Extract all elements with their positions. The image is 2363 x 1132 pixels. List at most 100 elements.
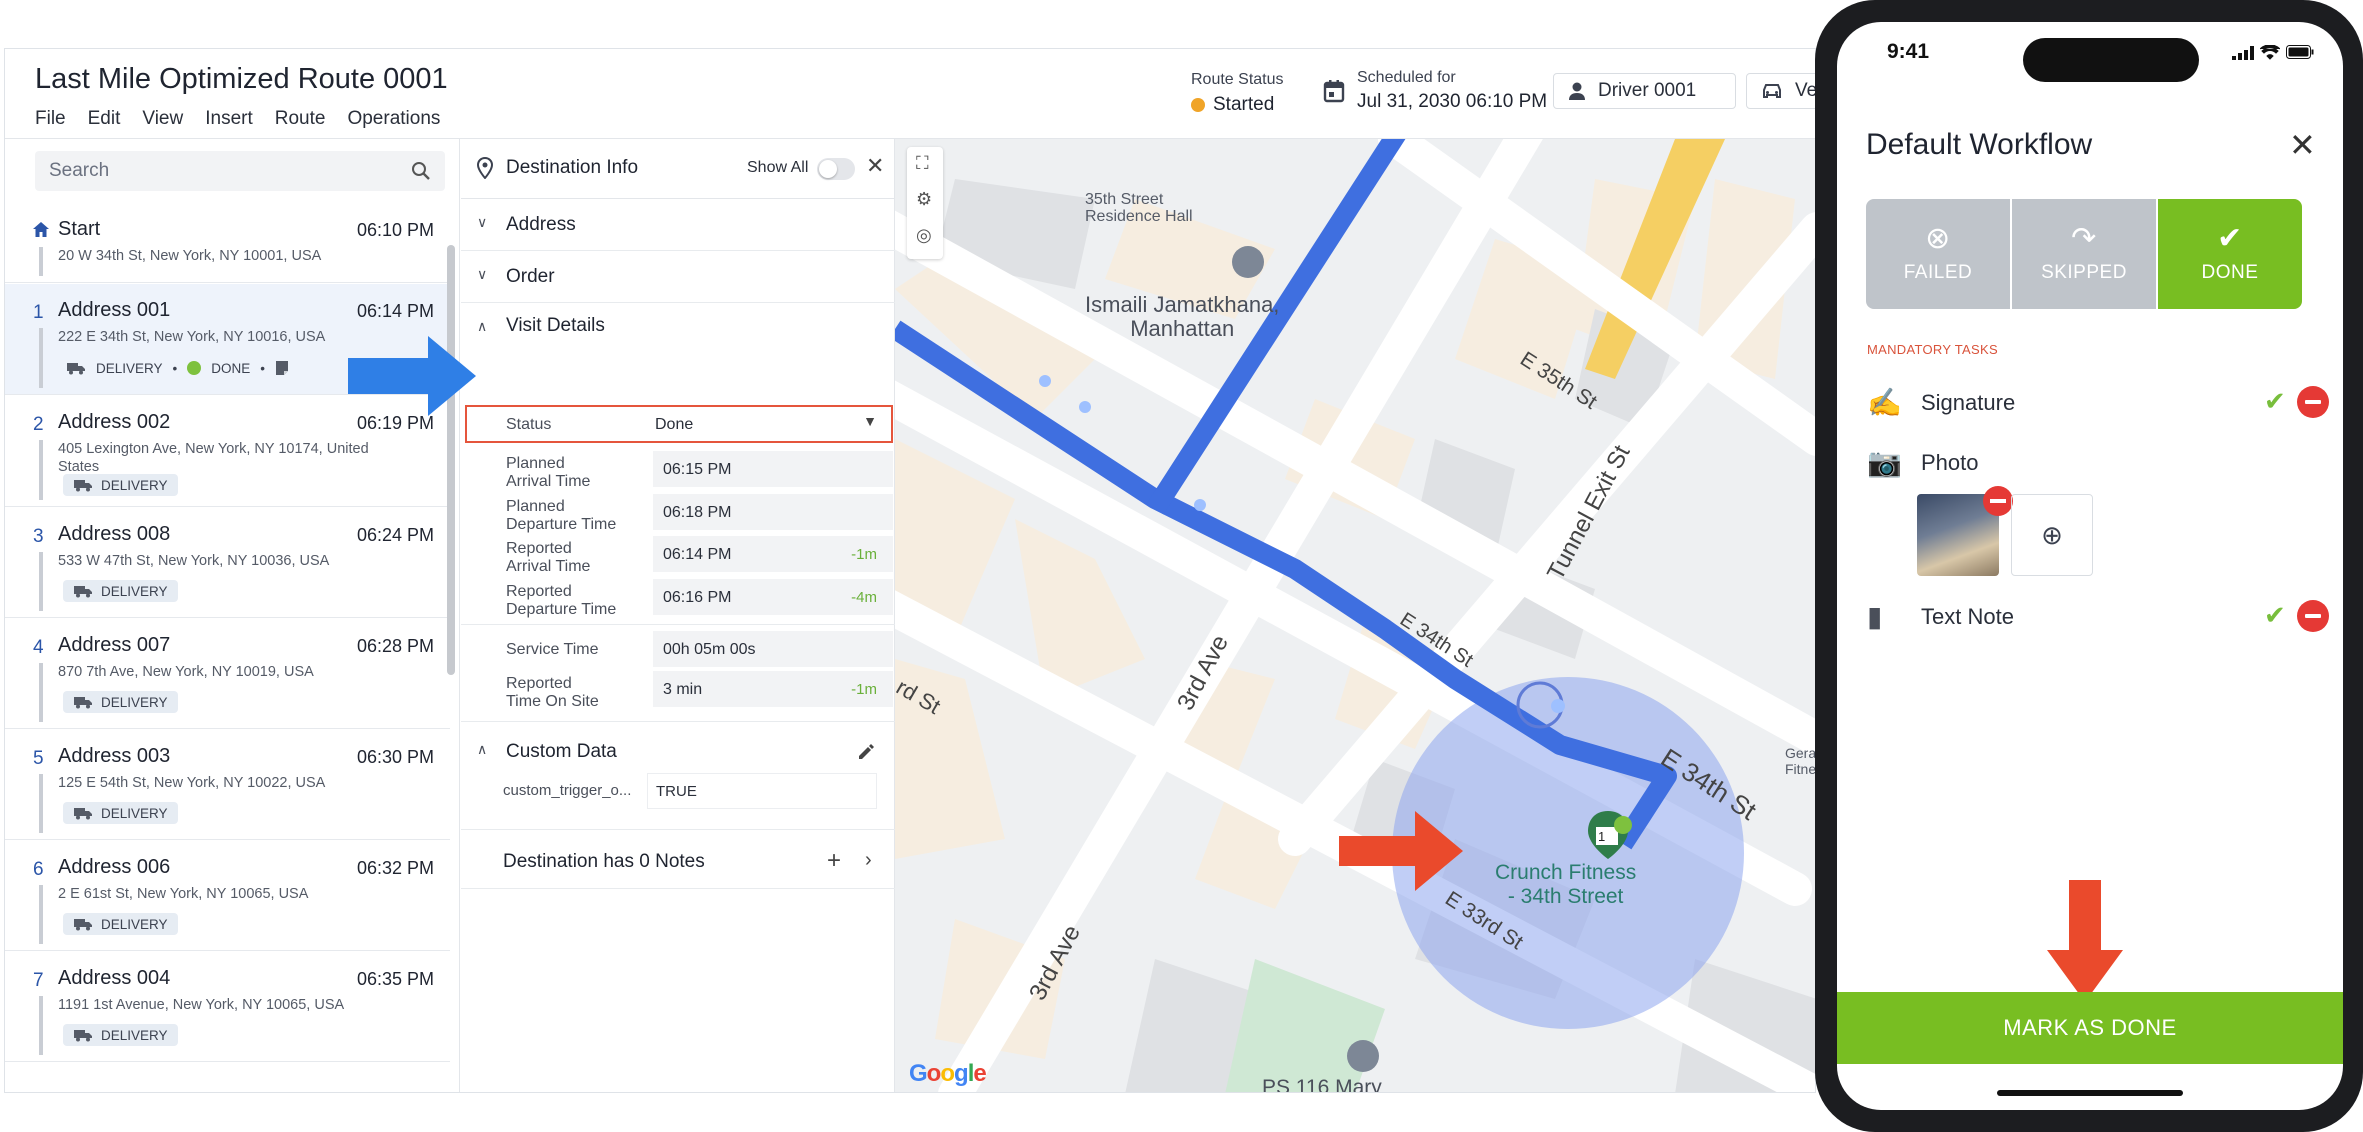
custom-field-value[interactable]: TRUE: [647, 773, 877, 809]
fullscreen-icon[interactable]: ⛶: [916, 153, 929, 174]
task-signature[interactable]: ✍ Signature ✔: [1867, 382, 2329, 426]
service-time-value[interactable]: 00h 05m 00s: [653, 631, 893, 667]
menu-route[interactable]: Route: [275, 108, 326, 130]
location-pin-icon: [477, 157, 493, 179]
truck-icon: [74, 586, 92, 598]
poi-ps116[interactable]: PS 116 Mary Lindley Murray: [1253, 1077, 1391, 1093]
destination-notes-row[interactable]: Destination has 0 Notes + ›: [461, 839, 895, 889]
stop-name: Address 007: [58, 634, 171, 656]
route-rail: [39, 552, 43, 611]
status-bar: 9:41: [1837, 38, 2343, 82]
stop-name: Address 008: [58, 523, 171, 545]
skipped-button[interactable]: ↷ SKIPPED: [2012, 199, 2156, 309]
signal-icon: [2232, 46, 2254, 60]
route-rail: [39, 996, 43, 1055]
menu-file[interactable]: File: [35, 108, 66, 130]
divider: [461, 829, 895, 830]
vehicle-name: Veh: [1795, 80, 1815, 101]
person-icon: [1569, 82, 1585, 100]
schedule[interactable]: Scheduled for Jul 31, 2030 06:10 PM: [1323, 69, 1547, 113]
menu-operations[interactable]: Operations: [347, 108, 440, 130]
map-canvas[interactable]: [895, 139, 1816, 1093]
mark-as-done-button[interactable]: MARK AS DONE: [1837, 992, 2343, 1064]
close-icon[interactable]: ✕: [866, 153, 884, 179]
driver-selector[interactable]: Driver 0001: [1553, 73, 1736, 109]
menu-insert[interactable]: Insert: [205, 108, 253, 130]
search-icon[interactable]: [411, 161, 431, 181]
remove-photo-button[interactable]: [1983, 486, 2013, 516]
stop-address: 405 Lexington Ave, New York, NY 10174, U…: [58, 441, 369, 475]
stop-marker-number[interactable]: 1: [1598, 829, 1605, 844]
section-address[interactable]: ∨ Address: [461, 199, 895, 251]
status-select[interactable]: Done: [655, 416, 693, 434]
note-icon: ▮: [1867, 601, 1883, 632]
battery-icon: [2286, 45, 2314, 59]
menu-edit[interactable]: Edit: [88, 108, 121, 130]
menu-view[interactable]: View: [142, 108, 183, 130]
remove-note-button[interactable]: [2297, 600, 2329, 632]
stop-number: 6: [33, 859, 44, 880]
planned-arrival-value[interactable]: 06:15 PM: [653, 451, 893, 487]
route-rail: [39, 440, 43, 500]
truck-icon: [74, 1030, 92, 1042]
truck-icon: [74, 697, 92, 709]
gear-icon[interactable]: ⚙: [916, 189, 932, 210]
close-icon[interactable]: ✕: [2289, 126, 2316, 164]
status-dot: [1191, 98, 1205, 112]
list-item-address-004[interactable]: 7 Address 004 06:35 PM 1191 1st Avenue, …: [5, 952, 450, 1062]
edit-pencil-icon[interactable]: [857, 743, 875, 761]
stop-name: Address 002: [58, 411, 171, 433]
route-status: Route Status Started: [1191, 71, 1284, 116]
stop-time: 06:28 PM: [356, 636, 434, 656]
delivery-badge: DELIVERY: [63, 1024, 178, 1046]
list-scrollbar[interactable]: [447, 245, 455, 675]
task-photo[interactable]: 📷 Photo: [1867, 442, 2327, 486]
add-note-icon[interactable]: +: [827, 847, 841, 875]
driver-name: Driver 0001: [1598, 80, 1697, 101]
list-item-address-006[interactable]: 6 Address 006 06:32 PM 2 E 61st St, New …: [5, 841, 450, 951]
search-input[interactable]: Search: [35, 151, 445, 191]
poi-ismaili[interactable]: Ismaili Jamatkhana, Manhattan: [1085, 293, 1279, 341]
route-rail: [39, 885, 43, 944]
remove-signature-button[interactable]: [2297, 386, 2329, 418]
list-item-address-008[interactable]: 3 Address 008 06:24 PM 533 W 47th St, Ne…: [5, 508, 450, 618]
phone-frame: 9:41 Default Workflow ✕ ⊗ FAILED ↷ SKIPP…: [1815, 0, 2363, 1132]
list-item-address-007[interactable]: 4 Address 007 06:28 PM 870 7th Ave, New …: [5, 619, 450, 729]
section-visit-details[interactable]: ∧ Visit Details: [461, 303, 895, 347]
time-on-site-value[interactable]: 3 min -1m: [653, 671, 893, 707]
stop-address: 533 W 47th St, New York, NY 10036, USA: [58, 553, 330, 569]
home-indicator: [1997, 1090, 2183, 1096]
poi-crunch-fitness[interactable]: Crunch Fitness - 34th Street: [1495, 861, 1636, 909]
skip-icon: ↷: [2071, 222, 2097, 255]
task-text-note[interactable]: ▮ Text Note ✔: [1867, 596, 2329, 640]
stop-name: Address 003: [58, 745, 171, 767]
add-photo-button[interactable]: ⊕: [2011, 494, 2093, 576]
stop-name: Start: [58, 218, 101, 240]
check-icon: ✔: [2264, 386, 2286, 416]
geofence-icon[interactable]: ◎: [916, 225, 932, 246]
car-icon: [1763, 84, 1781, 98]
menu-bar: File Edit View Insert Route Operations: [35, 108, 440, 130]
status-row[interactable]: Status Done ▼: [465, 405, 893, 443]
poi-geraldine: Geraldine S Fitness Cl: [1785, 745, 1816, 777]
google-logo: Google: [909, 1060, 987, 1087]
stop-time: 06:32 PM: [356, 858, 434, 878]
map-view[interactable]: 35th Street Residence Hall Ismaili Jamat…: [895, 139, 1816, 1093]
check-icon: ✔: [2264, 600, 2286, 630]
section-custom-data[interactable]: ∧ Custom Data: [461, 729, 895, 775]
section-order[interactable]: ∨ Order: [461, 251, 895, 303]
done-button[interactable]: ✔ DONE: [2158, 199, 2302, 309]
vehicle-selector[interactable]: Veh: [1746, 73, 1815, 109]
note-icon: [276, 361, 289, 375]
reported-departure-value[interactable]: 06:16 PM -4m: [653, 579, 893, 615]
list-item-address-003[interactable]: 5 Address 003 06:30 PM 125 E 54th St, Ne…: [5, 730, 450, 840]
planned-departure-value[interactable]: 06:18 PM: [653, 494, 893, 530]
stop-name: Address 006: [58, 856, 171, 878]
failed-button[interactable]: ⊗ FAILED: [1866, 199, 2010, 309]
show-all-toggle[interactable]: [817, 158, 855, 180]
truck-icon: [74, 808, 92, 820]
list-item-start[interactable]: Start 06:10 PM 20 W 34th St, New York, N…: [5, 203, 450, 283]
chevron-right-icon[interactable]: ›: [865, 849, 872, 872]
stop-number: 4: [33, 637, 44, 658]
reported-arrival-value[interactable]: 06:14 PM -1m: [653, 536, 893, 572]
